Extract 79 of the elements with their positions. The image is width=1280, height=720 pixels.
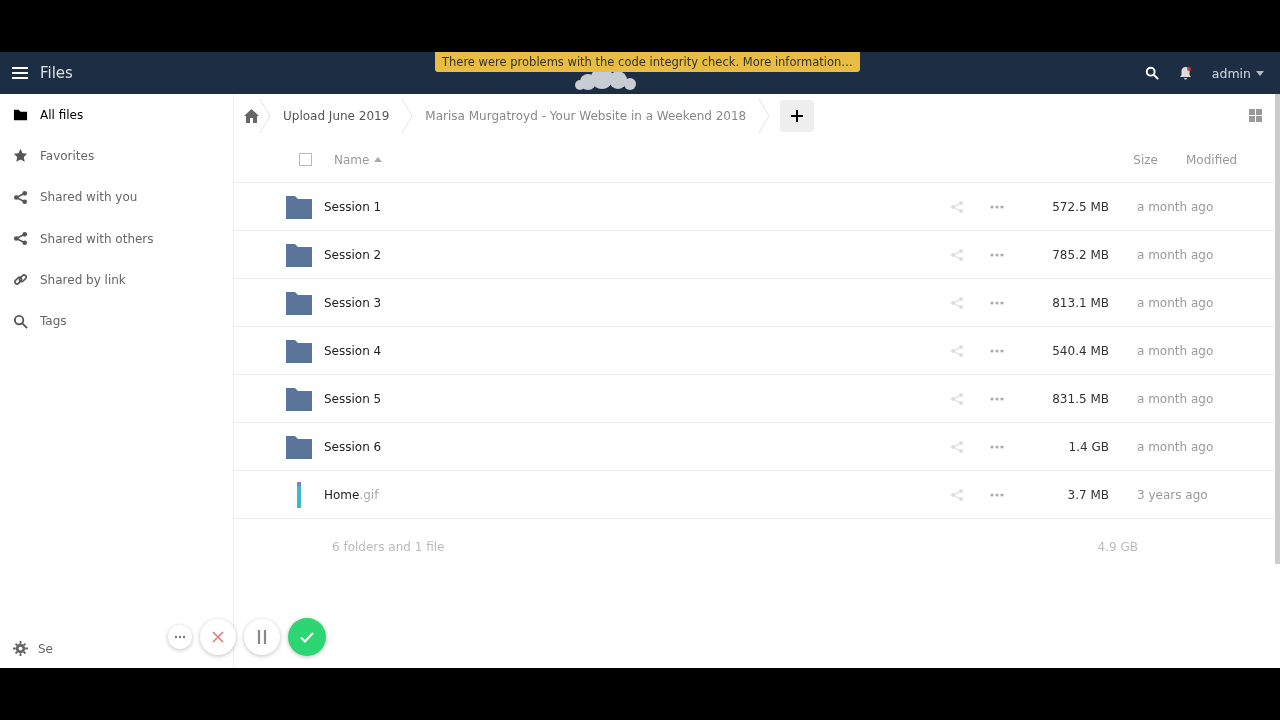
breadcrumb-separator bbox=[259, 98, 271, 133]
checkmark-icon bbox=[300, 631, 314, 643]
image-file-icon bbox=[297, 481, 301, 508]
modified-time: a month ago bbox=[1136, 199, 1214, 214]
sidebar-item[interactable]: Shared with you bbox=[0, 176, 233, 218]
confirm-button[interactable] bbox=[288, 618, 326, 656]
new-button[interactable] bbox=[780, 99, 815, 132]
select-all-checkbox[interactable] bbox=[299, 153, 312, 166]
summary-text: 6 folders and 1 file bbox=[332, 540, 446, 554]
modified-time: a month ago bbox=[1136, 295, 1214, 310]
ellipsis-icon bbox=[174, 635, 186, 639]
folder-icon bbox=[13, 107, 28, 123]
share-icon[interactable] bbox=[950, 295, 964, 310]
settings-label[interactable]: Se bbox=[38, 641, 53, 656]
file-size: 831.5 MB bbox=[1051, 390, 1109, 407]
modified-time: 3 years ago bbox=[1136, 487, 1208, 502]
more-options-icon[interactable] bbox=[990, 395, 1004, 402]
file-size: 540.4 MB bbox=[1051, 342, 1109, 359]
file-name[interactable]: Session 5 bbox=[324, 391, 950, 406]
file-name[interactable]: Session 2 bbox=[324, 247, 950, 262]
file-size: 813.1 MB bbox=[1051, 294, 1109, 311]
app-title: Files bbox=[40, 64, 73, 82]
share-icon[interactable] bbox=[950, 439, 964, 454]
file-size: 1.4 GB bbox=[1067, 438, 1109, 455]
more-options-icon[interactable] bbox=[990, 251, 1004, 258]
link-icon bbox=[13, 272, 28, 288]
file-size: 785.2 MB bbox=[1051, 246, 1109, 263]
share-icon[interactable] bbox=[950, 487, 964, 502]
modified-time: a month ago bbox=[1136, 391, 1214, 406]
modified-time: a month ago bbox=[1136, 343, 1214, 358]
search-icon[interactable] bbox=[1144, 66, 1159, 80]
file-name[interactable]: Session 1 bbox=[324, 199, 950, 214]
scrollbar[interactable] bbox=[1275, 94, 1280, 564]
sidebar-item[interactable]: All files bbox=[0, 94, 233, 136]
breadcrumb-separator bbox=[758, 98, 771, 133]
sort-ascending-icon bbox=[374, 157, 383, 162]
breadcrumb-separator bbox=[401, 98, 414, 133]
breadcrumb-link[interactable]: Marisa Murgatroyd - Your Website in a Weekend 2018 bbox=[413, 108, 759, 123]
integrity-warning[interactable]: There were problems with the code integrity check. More information… bbox=[435, 52, 860, 72]
close-icon bbox=[212, 631, 224, 643]
cancel-button[interactable] bbox=[200, 619, 236, 655]
more-options-icon[interactable] bbox=[990, 347, 1004, 354]
file-name[interactable]: Session 4 bbox=[324, 343, 950, 358]
share-icon[interactable] bbox=[950, 391, 964, 406]
share-icon[interactable] bbox=[950, 343, 964, 358]
home-icon[interactable] bbox=[244, 108, 259, 123]
more-options-icon[interactable] bbox=[990, 299, 1004, 306]
file-size: 572.5 MB bbox=[1051, 198, 1109, 215]
more-options-icon[interactable] bbox=[990, 203, 1004, 210]
file-name[interactable]: Home.gif bbox=[324, 487, 950, 502]
modified-time: a month ago bbox=[1136, 439, 1214, 454]
user-menu[interactable]: admin bbox=[1211, 65, 1264, 81]
menu-icon[interactable] bbox=[12, 67, 28, 79]
pause-icon bbox=[257, 630, 267, 644]
breadcrumb-link[interactable]: Upload June 2019 bbox=[271, 108, 402, 123]
plus-icon bbox=[791, 109, 804, 122]
sidebar-item[interactable]: Shared with others bbox=[0, 217, 233, 260]
more-options-icon[interactable] bbox=[990, 491, 1004, 498]
file-size: 3.7 MB bbox=[1066, 486, 1109, 503]
share-icon[interactable] bbox=[950, 199, 964, 214]
caret-icon bbox=[1256, 70, 1264, 76]
share-icon bbox=[13, 231, 28, 247]
pause-button[interactable] bbox=[244, 619, 280, 655]
search-icon bbox=[13, 313, 28, 329]
sidebar-item[interactable]: Tags bbox=[0, 300, 233, 342]
sidebar-item[interactable]: Favorites bbox=[0, 135, 233, 177]
modified-time: a month ago bbox=[1136, 247, 1214, 262]
star-icon bbox=[13, 148, 28, 164]
grid-view-icon[interactable] bbox=[1249, 109, 1262, 122]
more-options-icon[interactable] bbox=[990, 443, 1004, 450]
file-name[interactable]: Session 6 bbox=[324, 439, 950, 454]
file-name[interactable]: Session 3 bbox=[324, 295, 950, 310]
sidebar-item[interactable]: Shared by link bbox=[0, 259, 233, 301]
more-button[interactable] bbox=[168, 625, 192, 649]
share-icon[interactable] bbox=[950, 247, 964, 262]
total-size: 4.9 GB bbox=[1096, 540, 1138, 554]
share-icon bbox=[13, 189, 28, 205]
settings-icon[interactable] bbox=[13, 641, 28, 656]
bell-icon[interactable] bbox=[1178, 66, 1192, 80]
